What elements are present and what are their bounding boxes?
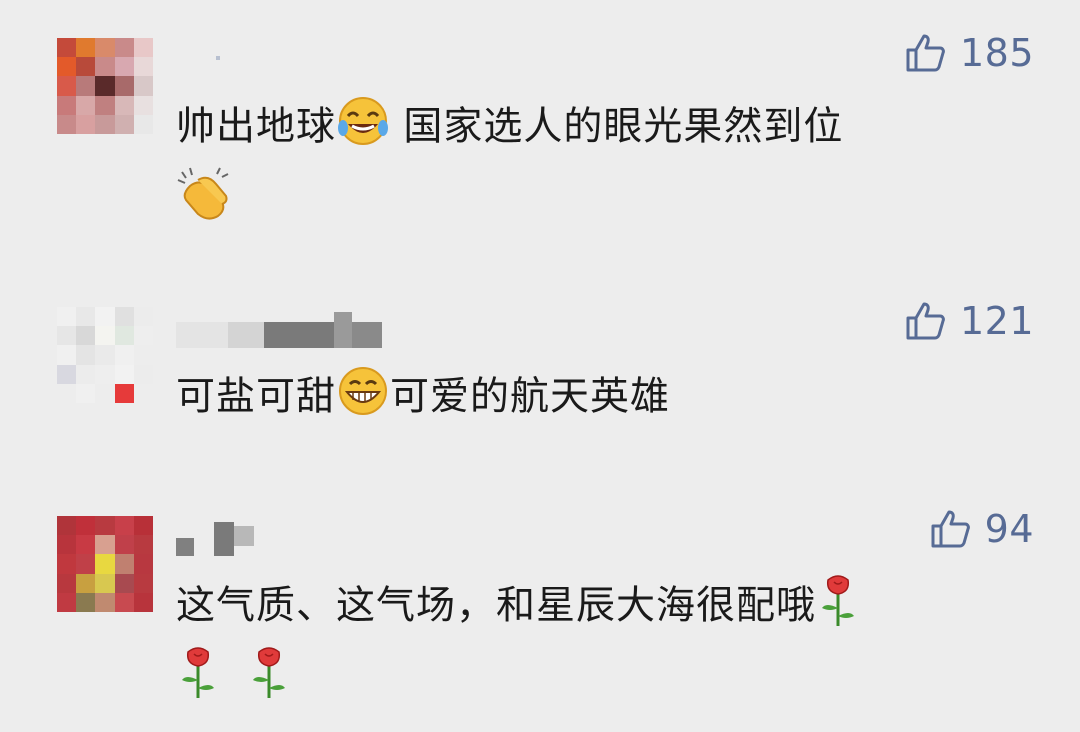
- avatar-mosaic-cell: [133, 592, 153, 612]
- laughing-tears-emoji: [336, 94, 390, 164]
- like-button[interactable]: 121: [904, 300, 1034, 342]
- avatar-mosaic-cell: [95, 95, 115, 115]
- avatar-mosaic-cell: [76, 114, 96, 134]
- avatar-mosaic-cell: [76, 57, 96, 77]
- avatar-mosaic-cell: [76, 516, 96, 536]
- avatar-mosaic-cell: [114, 326, 134, 346]
- avatar-mosaic-cell: [133, 364, 153, 384]
- avatar-mosaic-cell: [133, 535, 153, 555]
- avatar[interactable]: [57, 38, 153, 134]
- avatar-mosaic-cell: [76, 592, 96, 612]
- rose-emoji: [816, 572, 860, 644]
- avatar-mosaic-cell: [57, 383, 77, 403]
- avatar-mosaic-cell: [57, 95, 77, 115]
- avatar-mosaic-cell: [95, 345, 115, 365]
- avatar-mosaic-cell: [57, 554, 77, 574]
- rose-emoji: [247, 644, 291, 716]
- avatar[interactable]: [57, 516, 153, 612]
- avatar-mosaic-cell: [95, 592, 115, 612]
- like-count: 121: [959, 299, 1034, 343]
- thumbs-up-icon: [931, 510, 970, 548]
- avatar-mosaic-cell: [95, 535, 115, 555]
- avatar-mosaic-cell: [133, 76, 153, 96]
- avatar-mosaic-cell: [114, 38, 134, 58]
- avatar-mosaic-cell: [76, 76, 96, 96]
- avatar-mosaic-cell: [57, 38, 77, 58]
- avatar-mosaic-cell: [95, 76, 115, 96]
- avatar-mosaic-cell: [76, 364, 96, 384]
- avatar-mosaic-cell: [57, 516, 77, 536]
- avatar-mosaic-cell: [95, 307, 115, 327]
- comment-text: 这气质、这气场，和星辰大海很配哦: [176, 572, 1006, 716]
- avatar-mosaic-cell: [114, 535, 134, 555]
- avatar-mosaic-cell: [95, 114, 115, 134]
- avatar-mosaic-cell: [57, 76, 77, 96]
- avatar-mosaic-cell: [57, 345, 77, 365]
- username[interactable]: [176, 522, 254, 556]
- avatar-mosaic-cell: [133, 95, 153, 115]
- avatar-mosaic-cell: [76, 345, 96, 365]
- username[interactable]: [176, 40, 220, 66]
- avatar-mosaic-cell: [76, 535, 96, 555]
- avatar-mosaic-cell: [133, 307, 153, 327]
- avatar-mosaic-cell: [114, 57, 134, 77]
- avatar-mosaic-cell: [76, 326, 96, 346]
- avatar-mosaic-cell: [57, 573, 77, 593]
- thumbs-up-icon: [906, 34, 945, 72]
- avatar-mosaic-cell: [57, 364, 77, 384]
- avatar-mosaic-cell: [114, 516, 134, 536]
- like-button[interactable]: 94: [929, 508, 1034, 550]
- avatar-mosaic-cell: [114, 95, 134, 115]
- avatar-mosaic-cell: [133, 38, 153, 58]
- avatar-mosaic-cell: [114, 114, 134, 134]
- avatar-mosaic-cell: [76, 38, 96, 58]
- avatar-mosaic-cell: [133, 573, 153, 593]
- clapping-hands-emoji: [176, 164, 234, 238]
- avatar-mosaic-cell: [57, 326, 77, 346]
- avatar-mosaic-cell: [57, 57, 77, 77]
- avatar-mosaic-cell: [114, 573, 134, 593]
- avatar-mosaic-cell: [114, 554, 134, 574]
- avatar-mosaic-cell: [114, 364, 134, 384]
- avatar-mosaic-cell: [114, 76, 134, 96]
- avatar-mosaic-cell: [57, 114, 77, 134]
- avatar-mosaic-cell: [76, 554, 96, 574]
- avatar-mosaic-cell: [57, 592, 77, 612]
- avatar-mosaic-cell: [95, 364, 115, 384]
- username[interactable]: [176, 312, 382, 348]
- comment-text: 可盐可甜 可爱的航天英雄: [176, 364, 1006, 434]
- avatar-mosaic-cell: [133, 114, 153, 134]
- comment-text: 帅出地球 国家选人的眼光果然到位: [176, 94, 1006, 238]
- avatar-mosaic-cell: [114, 307, 134, 327]
- avatar-mosaic-cell: [95, 554, 115, 574]
- avatar-mosaic-cell: [133, 516, 153, 536]
- avatar-mosaic-cell: [76, 573, 96, 593]
- avatar-mosaic-cell: [114, 592, 134, 612]
- avatar-mosaic-cell: [95, 383, 115, 403]
- like-button[interactable]: 185: [904, 32, 1034, 74]
- avatar-mosaic-cell: [76, 383, 96, 403]
- avatar-mosaic-cell: [95, 573, 115, 593]
- avatar[interactable]: [57, 307, 153, 403]
- thumbs-up-icon: [906, 302, 945, 340]
- avatar-mosaic-cell: [133, 554, 153, 574]
- avatar-mosaic-cell: [76, 307, 96, 327]
- avatar-mosaic-cell: [95, 516, 115, 536]
- avatar-mosaic-cell: [95, 326, 115, 346]
- avatar-mosaic-cell: [114, 345, 134, 365]
- like-count: 185: [959, 31, 1034, 75]
- avatar-mosaic-cell: [133, 383, 153, 403]
- avatar-mosaic-cell: [114, 383, 134, 403]
- grinning-emoji: [336, 364, 390, 434]
- avatar-mosaic-cell: [57, 307, 77, 327]
- like-count: 94: [984, 507, 1034, 551]
- rose-emoji: [176, 644, 220, 716]
- avatar-mosaic-cell: [133, 57, 153, 77]
- avatar-mosaic-cell: [76, 95, 96, 115]
- avatar-mosaic-cell: [57, 535, 77, 555]
- avatar-mosaic-cell: [95, 38, 115, 58]
- avatar-mosaic-cell: [95, 57, 115, 77]
- avatar-mosaic-cell: [133, 345, 153, 365]
- avatar-mosaic-cell: [133, 326, 153, 346]
